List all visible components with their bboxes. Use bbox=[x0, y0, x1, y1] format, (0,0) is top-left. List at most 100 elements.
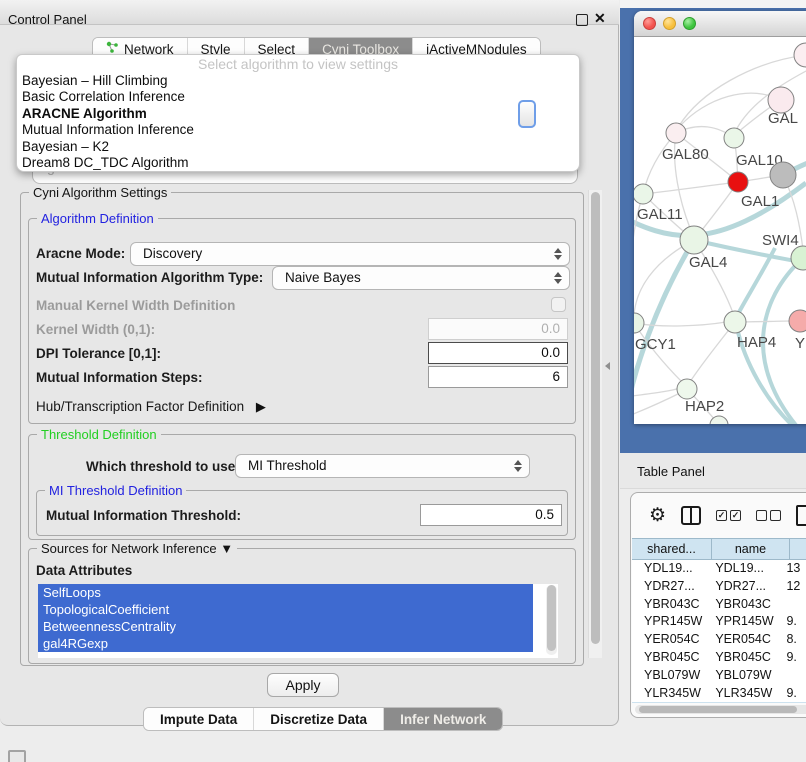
table-cell: YER054C bbox=[632, 631, 707, 649]
table-cell bbox=[780, 667, 806, 685]
table-cell: YPR145W bbox=[707, 613, 780, 631]
algorithm-option[interactable]: Bayesian – Hill Climbing bbox=[17, 73, 579, 89]
table-row[interactable]: YER054CYER054C8. bbox=[632, 631, 806, 649]
network-canvas[interactable]: GALGAL80GAL10GAL1GAL11GAL4SWI4GCY1HAP4YH… bbox=[634, 37, 806, 424]
sources-group-title[interactable]: Sources for Network Inference ▼ bbox=[37, 541, 237, 556]
expand-arrow-icon: ▶ bbox=[256, 399, 266, 415]
node-gcy1-label: GCY1 bbox=[635, 336, 676, 353]
aracne-mode-combo[interactable]: Discovery bbox=[130, 242, 570, 266]
gear-icon[interactable]: ⚙ bbox=[649, 506, 666, 525]
table-cell: 9. bbox=[780, 613, 806, 631]
table-cell: YLR345W bbox=[707, 685, 780, 703]
table-row[interactable]: YBL079WYBL079W bbox=[632, 667, 806, 685]
table-panel-title: Table Panel bbox=[637, 464, 705, 479]
node-hap2[interactable] bbox=[677, 379, 697, 399]
hub-definition-expander[interactable]: Hub/Transcription Factor Definition ▶ bbox=[36, 399, 266, 415]
manual-kernel-checkbox[interactable] bbox=[551, 297, 566, 312]
manual-kernel-label: Manual Kernel Width Definition bbox=[36, 298, 235, 313]
algorithm-option[interactable]: Basic Correlation Inference bbox=[17, 89, 579, 105]
node-gal80[interactable] bbox=[666, 123, 686, 143]
node-gal1-label: GAL1 bbox=[741, 193, 779, 210]
node-gal4[interactable] bbox=[680, 226, 708, 254]
dpi-tolerance-input[interactable]: 0.0 bbox=[428, 342, 568, 364]
minimize-traffic-light[interactable] bbox=[663, 17, 676, 30]
import-table-icon[interactable] bbox=[796, 505, 806, 526]
table-cell: 13 bbox=[780, 560, 806, 578]
settings-scrollbar[interactable] bbox=[588, 190, 602, 658]
close-window-icon[interactable]: ✕ bbox=[594, 10, 606, 27]
node-gal10[interactable] bbox=[724, 128, 744, 148]
zoom-traffic-light[interactable] bbox=[683, 17, 696, 30]
table-row[interactable]: YIL052CYIL052C9. bbox=[632, 702, 806, 703]
network-edge bbox=[634, 392, 682, 420]
mi-threshold-input[interactable]: 0.5 bbox=[420, 504, 562, 526]
node-gal1[interactable] bbox=[728, 172, 748, 192]
attribute-item-selected[interactable]: SelfLoops bbox=[38, 584, 533, 601]
attribute-item-selected[interactable]: TopologicalCoefficient bbox=[38, 601, 533, 618]
dpi-tolerance-label: DPI Tolerance [0,1]: bbox=[36, 346, 161, 361]
table-cell: 8. bbox=[780, 631, 806, 649]
node-swi4-label: SWI4 bbox=[762, 232, 799, 249]
network-window-titlebar[interactable] bbox=[634, 11, 806, 37]
network-desktop: GALGAL80GAL10GAL1GAL11GAL4SWI4GCY1HAP4YH… bbox=[620, 8, 806, 453]
hub-definition-label: Hub/Transcription Factor Definition bbox=[36, 399, 244, 414]
threshold-definition-title: Threshold Definition bbox=[37, 427, 161, 442]
select-all-icon[interactable]: ✓ ✓ bbox=[716, 510, 741, 521]
algorithm-option[interactable]: Bayesian – K2 bbox=[17, 139, 579, 155]
settings-group-title: Cyni Algorithm Settings bbox=[29, 185, 171, 200]
node-gray[interactable] bbox=[770, 162, 796, 188]
table-row[interactable]: YDR27...YDR27...12 bbox=[632, 578, 806, 596]
data-attributes-list[interactable]: SelfLoops TopologicalCoefficient Between… bbox=[38, 584, 558, 658]
column-header[interactable]: A bbox=[790, 538, 806, 560]
table-cell: YDL19... bbox=[707, 560, 780, 578]
which-threshold-combo[interactable]: MI Threshold bbox=[235, 454, 530, 478]
node-gal11[interactable] bbox=[634, 184, 653, 204]
which-threshold-value: MI Threshold bbox=[248, 458, 327, 473]
combo-stepper-icon bbox=[512, 455, 524, 477]
node-y-partial[interactable] bbox=[789, 310, 806, 332]
table-cell: YDL19... bbox=[632, 560, 707, 578]
deselect-all-icon[interactable] bbox=[756, 510, 781, 521]
combo-focus-fragment bbox=[518, 100, 536, 128]
algorithm-option[interactable]: Mutual Information Inference bbox=[17, 122, 579, 138]
table-cell: YBL079W bbox=[632, 667, 707, 685]
float-window-icon[interactable] bbox=[576, 14, 588, 26]
close-traffic-light[interactable] bbox=[643, 17, 656, 30]
node-gal11-label: GAL11 bbox=[637, 206, 683, 223]
node-hap4[interactable] bbox=[724, 311, 746, 333]
kernel-width-input[interactable]: 0.0 bbox=[428, 318, 568, 340]
tab-discretize-data[interactable]: Discretize Data bbox=[254, 708, 384, 730]
mi-type-combo[interactable]: Naive Bayes bbox=[272, 266, 570, 290]
column-header[interactable]: shared... bbox=[632, 538, 712, 560]
column-header[interactable]: name bbox=[712, 538, 790, 560]
table-row[interactable]: YPR145WYPR145W9. bbox=[632, 613, 806, 631]
unchecked-box-icon bbox=[756, 510, 767, 521]
table-row[interactable]: YBR045CYBR045C9. bbox=[632, 649, 806, 667]
table-row[interactable]: YLR345WYLR345W9. bbox=[632, 685, 806, 703]
algorithm-placeholder: Select algorithm to view settings bbox=[17, 55, 579, 73]
node-hap2-label: HAP2 bbox=[685, 398, 724, 415]
kernel-width-label: Kernel Width (0,1): bbox=[36, 322, 155, 337]
attribute-item-selected[interactable]: gal4RGexp bbox=[38, 635, 533, 652]
panel-divider-grip[interactable] bbox=[605, 362, 610, 370]
node-gcy1[interactable] bbox=[634, 313, 644, 333]
table-cell: YIL052C bbox=[707, 702, 780, 703]
tab-impute-data[interactable]: Impute Data bbox=[144, 708, 254, 730]
table-row[interactable]: YBR043CYBR043C bbox=[632, 596, 806, 614]
algorithm-option[interactable]: Dream8 DC_TDC Algorithm bbox=[17, 155, 579, 171]
columns-icon[interactable] bbox=[681, 506, 701, 525]
attribute-item-selected[interactable]: BetweennessCentrality bbox=[38, 618, 533, 635]
node-top-partial[interactable] bbox=[794, 43, 806, 67]
algorithm-option-selected[interactable]: ARACNE Algorithm bbox=[17, 106, 579, 122]
table-cell: 9. bbox=[780, 702, 806, 703]
table-cell: YIL052C bbox=[632, 702, 707, 703]
attributes-scrollbar[interactable] bbox=[546, 585, 557, 655]
combo-stepper-icon bbox=[552, 267, 564, 289]
tab-infer-network[interactable]: Infer Network bbox=[384, 708, 502, 730]
table-h-scrollbar[interactable] bbox=[635, 705, 806, 714]
apply-button[interactable]: Apply bbox=[267, 673, 339, 697]
mi-steps-input[interactable]: 6 bbox=[428, 366, 568, 388]
which-threshold-label: Which threshold to use: bbox=[86, 459, 240, 474]
table-row[interactable]: YDL19...YDL19...13 bbox=[632, 560, 806, 578]
mi-steps-label: Mutual Information Steps: bbox=[36, 370, 203, 385]
